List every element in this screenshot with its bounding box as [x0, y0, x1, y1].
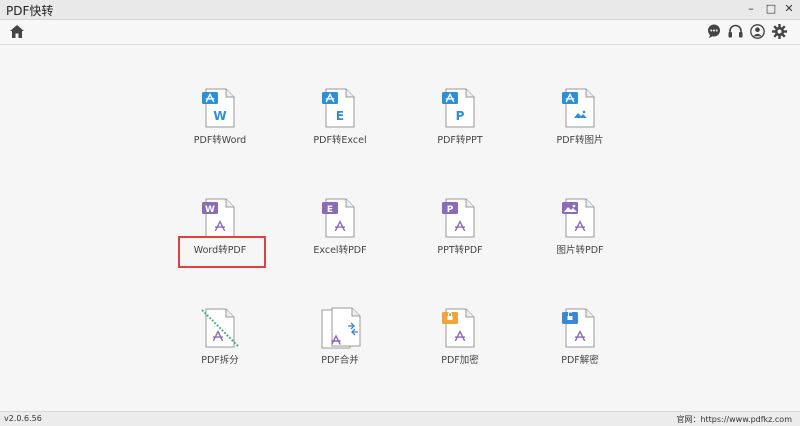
tile-label: PDF转Word: [193, 135, 247, 146]
website-link[interactable]: 官网：https://www.pdfkz.com: [676, 414, 792, 425]
tile-pdf-to-excel[interactable]: E PDF转Excel: [290, 86, 390, 146]
tile-label: PDF解密: [561, 355, 599, 366]
gear-icon[interactable]: [772, 24, 787, 39]
app-title: PDF快转: [6, 4, 54, 18]
tile-ppt-to-pdf[interactable]: P PPT转PDF: [410, 196, 510, 256]
word-to-pdf-icon: W: [202, 198, 235, 238]
tile-label: 图片转PDF: [556, 245, 604, 256]
user-icon[interactable]: [750, 24, 765, 39]
pdf-merge-icon: [321, 307, 361, 349]
tile-label: PDF转Excel: [313, 135, 367, 146]
svg-text:E: E: [327, 205, 333, 215]
tile-pdf-decrypt[interactable]: PDF解密: [530, 306, 630, 366]
toolbar: [0, 20, 800, 45]
tile-excel-to-pdf[interactable]: E Excel转PDF: [290, 196, 390, 256]
version-label: v2.0.6.56: [4, 414, 42, 423]
chat-icon[interactable]: [707, 24, 721, 38]
tile-label: Excel转PDF: [313, 245, 367, 256]
status-bar: v2.0.6.56 官网：https://www.pdfkz.com: [0, 411, 800, 426]
close-button[interactable]: ✕: [782, 1, 796, 17]
minimize-button[interactable]: –: [744, 1, 758, 17]
tile-image-to-pdf[interactable]: 图片转PDF: [530, 196, 630, 256]
tile-pdf-split[interactable]: PDF拆分: [170, 306, 270, 366]
pdf-encrypt-icon: [442, 308, 475, 348]
svg-text:W: W: [205, 205, 215, 215]
pdf-split-icon: [201, 308, 239, 348]
tile-pdf-encrypt[interactable]: PDF加密: [410, 306, 510, 366]
tile-pdf-to-image[interactable]: PDF转图片: [530, 86, 630, 146]
pdf-to-image-icon: [562, 88, 595, 128]
image-to-pdf-icon: [562, 198, 595, 238]
excel-to-pdf-icon: E: [322, 198, 355, 238]
tile-label: PDF转PPT: [437, 135, 483, 146]
pdf-to-excel-icon: E: [322, 88, 355, 128]
tile-label: PDF转图片: [556, 135, 604, 146]
headphones-icon[interactable]: [728, 24, 743, 38]
feature-grid: [0, 45, 800, 411]
svg-text:P: P: [447, 205, 454, 215]
tile-pdf-merge[interactable]: PDF合并: [290, 306, 390, 366]
svg-text:W: W: [213, 109, 226, 123]
tile-pdf-to-ppt[interactable]: P PDF转PPT: [410, 86, 510, 146]
title-bar: PDF快转 – □ ✕: [0, 0, 800, 20]
svg-text:P: P: [456, 109, 465, 123]
pdf-to-ppt-icon: P: [442, 88, 475, 128]
ppt-to-pdf-icon: P: [442, 198, 475, 238]
maximize-button[interactable]: □: [764, 1, 778, 17]
home-icon[interactable]: [10, 25, 24, 38]
tile-label: PDF合并: [321, 355, 359, 366]
tile-label: PPT转PDF: [437, 245, 483, 256]
pdf-decrypt-icon: [562, 308, 595, 348]
pdf-to-word-icon: W: [202, 88, 235, 128]
highlight-box: [178, 236, 266, 268]
tile-pdf-to-word[interactable]: W PDF转Word: [170, 86, 270, 146]
tile-label: PDF拆分: [201, 355, 239, 366]
tile-label: PDF加密: [441, 355, 479, 366]
svg-text:E: E: [336, 109, 344, 123]
